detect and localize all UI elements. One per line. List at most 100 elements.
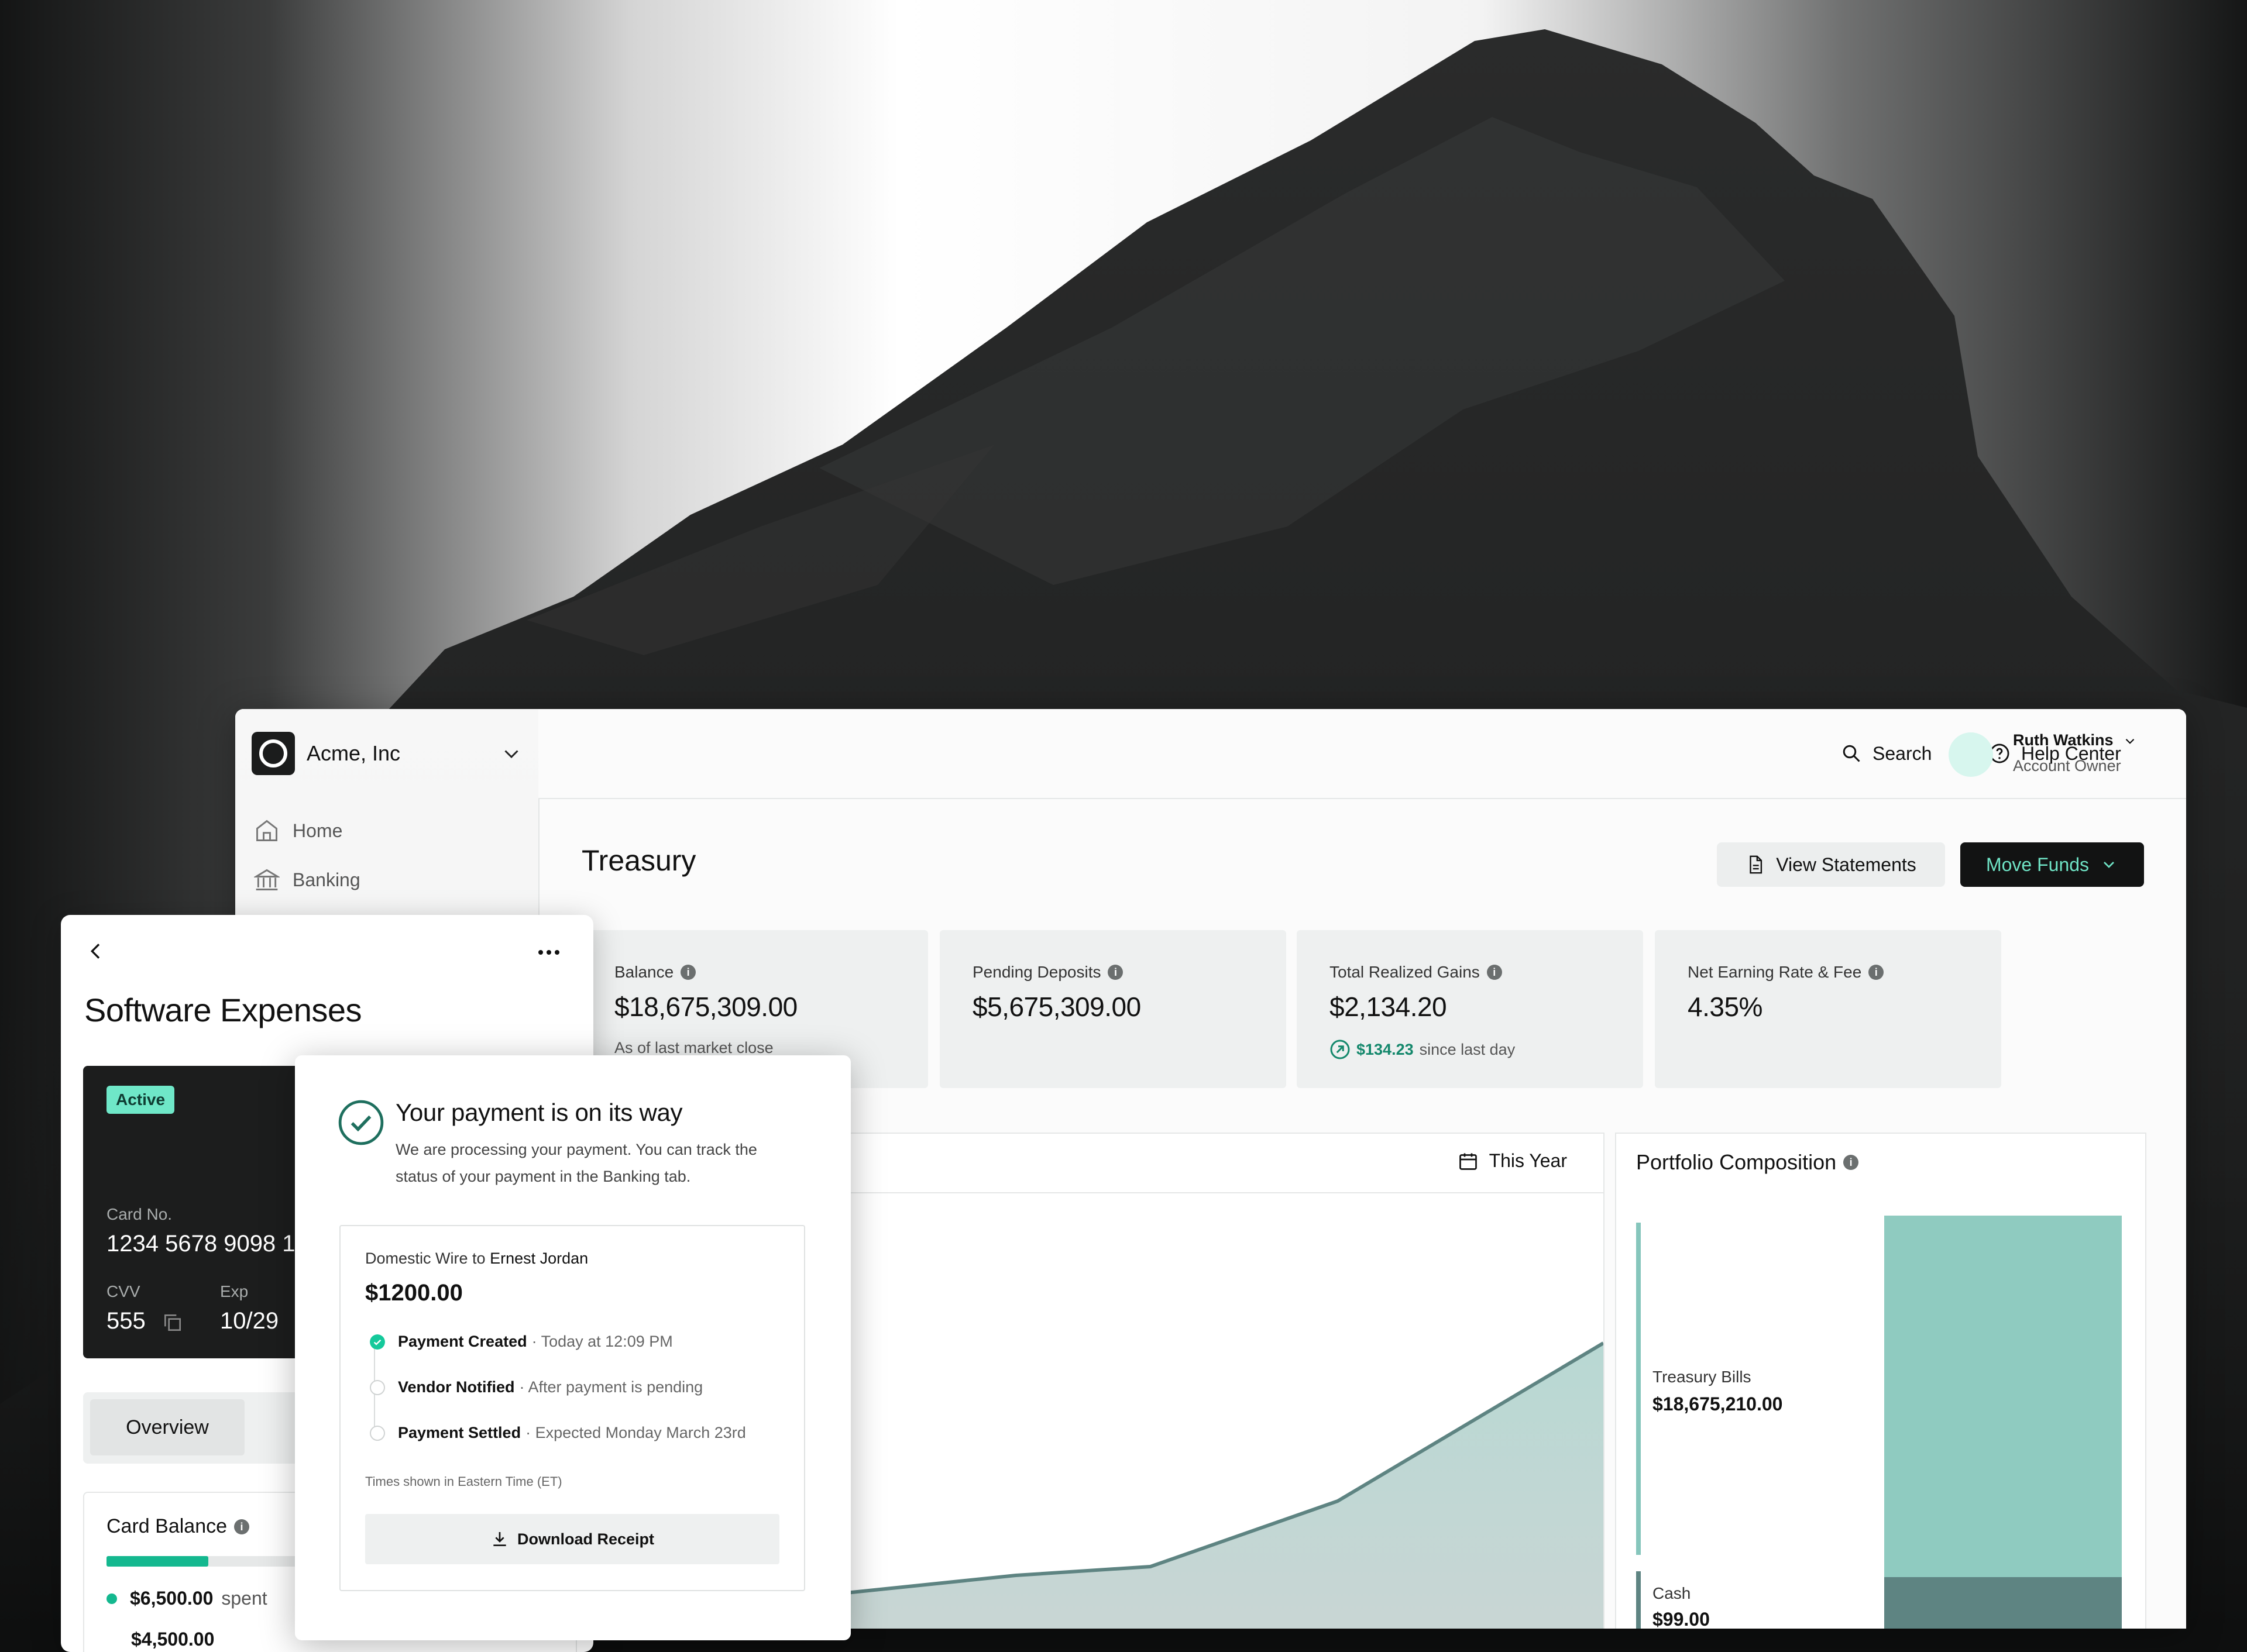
expiry-label: Exp xyxy=(220,1282,249,1300)
portfolio-item-name: Cash xyxy=(1652,1584,1691,1602)
timeline-step: Payment Settled · Expected Monday March … xyxy=(370,1424,746,1442)
search-button[interactable]: Search xyxy=(1841,738,1932,769)
org-switcher[interactable]: Acme, Inc xyxy=(252,731,522,776)
stat-card-net-earning-rate: Net Earning Rate & Fee i 4.35% xyxy=(1655,930,2001,1088)
calendar-icon xyxy=(1459,1153,1477,1170)
stat-subtext: As of last market close xyxy=(614,1039,774,1056)
wire-prefix: Domestic Wire to xyxy=(365,1250,486,1267)
card-number: 1234 5678 9098 1 xyxy=(106,1231,296,1257)
spent-amount: $6,500.00 xyxy=(130,1588,214,1609)
document-icon xyxy=(1750,855,1762,874)
payment-confirmation-modal: Your payment is on its way We are proces… xyxy=(295,1055,851,1640)
timeline-step: Vendor Notified · After payment is pendi… xyxy=(370,1378,703,1396)
search-label: Search xyxy=(1873,742,1932,764)
info-icon[interactable]: i xyxy=(681,965,696,980)
user-role: Account Owner xyxy=(2013,757,2121,775)
card-balance-title: Card Balance xyxy=(106,1515,228,1537)
stat-value: 4.35% xyxy=(1688,992,1762,1022)
sidebar-item-label: Banking xyxy=(293,869,360,890)
info-icon[interactable]: i xyxy=(1843,1155,1859,1170)
portfolio-title: Portfolio Composition xyxy=(1636,1150,1837,1174)
bank-icon xyxy=(254,869,280,890)
legend-bar-cash xyxy=(1636,1571,1641,1629)
back-arrow-icon[interactable] xyxy=(84,939,108,963)
panel-title: Software Expenses xyxy=(84,992,362,1028)
stack-segment-cash xyxy=(1884,1577,2122,1629)
legend-dot xyxy=(106,1593,117,1604)
step-name: Payment Settled xyxy=(398,1424,521,1441)
search-icon xyxy=(1843,745,1860,762)
info-icon[interactable]: i xyxy=(1868,965,1884,980)
stat-value: $5,675,309.00 xyxy=(973,992,1141,1022)
download-receipt-label: Download Receipt xyxy=(517,1530,655,1548)
step-name: Vendor Notified xyxy=(398,1378,515,1396)
portfolio-item-value: $99.00 xyxy=(1652,1609,1710,1629)
gain-delta: $134.23 xyxy=(1356,1040,1414,1058)
date-range-label: This Year xyxy=(1489,1150,1567,1171)
copy-icon[interactable] xyxy=(162,1312,184,1334)
spend-progress-fill xyxy=(106,1556,208,1567)
user-name: Ruth Watkins xyxy=(2013,731,2114,749)
stat-value: $2,134.20 xyxy=(1329,992,1447,1022)
chevron-down-icon xyxy=(2125,738,2135,744)
download-icon xyxy=(493,1532,506,1546)
status-badge: Active xyxy=(106,1086,175,1114)
move-funds-label: Move Funds xyxy=(1985,853,2090,875)
stack-segment-treasury xyxy=(1884,1216,2122,1577)
card-number-label: Card No. xyxy=(106,1205,173,1223)
page-title: Treasury xyxy=(582,844,696,877)
more-options-icon[interactable] xyxy=(535,938,563,966)
remaining-amount: $4,500.00 xyxy=(131,1629,215,1650)
user-menu[interactable]: Ruth Watkins xyxy=(2013,731,2138,749)
cvv-label: CVV xyxy=(106,1282,140,1300)
portfolio-item-name: Treasury Bills xyxy=(1652,1368,1751,1386)
view-statements-button[interactable]: View Statements xyxy=(1717,842,1945,887)
download-receipt-button[interactable]: Download Receipt xyxy=(365,1514,779,1564)
arrow-up-right-icon xyxy=(1330,1040,1350,1059)
sidebar-item-label: Home xyxy=(293,820,343,841)
step-name: Payment Created xyxy=(398,1333,527,1350)
expiry-value: 10/29 xyxy=(220,1308,279,1334)
recipient-name: Ernest Jordan xyxy=(490,1250,589,1267)
chevron-down-icon xyxy=(504,750,518,759)
cvv-value: 555 xyxy=(106,1308,146,1334)
info-icon[interactable]: i xyxy=(1108,965,1124,980)
move-funds-button[interactable]: Move Funds xyxy=(1960,842,2144,887)
modal-title: Your payment is on its way xyxy=(396,1099,683,1126)
view-statements-label: View Statements xyxy=(1776,853,1916,875)
check-filled-icon xyxy=(370,1334,385,1350)
check-circle-icon xyxy=(338,1100,384,1145)
stat-label: Total Realized Gains xyxy=(1329,963,1480,981)
stat-label: Pending Deposits xyxy=(973,963,1101,981)
portfolio-composition-card: Portfolio Composition i Treasury Bills $… xyxy=(1615,1133,2146,1629)
step-detail: · Expected Monday March 23rd xyxy=(525,1424,746,1441)
legend-bar-treasury xyxy=(1636,1223,1641,1555)
avatar[interactable] xyxy=(1949,732,1993,777)
top-bar: Search Help Center Ruth Watkins Account … xyxy=(538,709,2186,799)
modal-description: We are processing your payment. You can … xyxy=(396,1141,757,1185)
spent-label: spent xyxy=(221,1588,267,1609)
gain-delta-text: since last day xyxy=(1419,1040,1516,1058)
payment-amount: $1200.00 xyxy=(365,1280,463,1306)
stat-label: Net Earning Rate & Fee xyxy=(1688,963,1862,981)
tab-overview[interactable]: Overview xyxy=(90,1399,245,1455)
stat-card-realized-gains: Total Realized Gains i $2,134.20 $134.23 … xyxy=(1297,930,1643,1088)
sidebar-item-home[interactable]: Home xyxy=(254,813,342,848)
chevron-down-icon xyxy=(2104,862,2114,868)
sidebar-item-banking[interactable]: Banking xyxy=(254,862,360,897)
stat-value: $18,675,309.00 xyxy=(614,992,798,1022)
step-detail: · Today at 12:09 PM xyxy=(531,1333,673,1350)
timeline-step: Payment Created · Today at 12:09 PM xyxy=(370,1333,673,1351)
pending-dot xyxy=(370,1379,385,1395)
timezone-note: Times shown in Eastern Time (ET) xyxy=(365,1474,562,1489)
payment-details-box: Domestic Wire to Ernest Jordan $1200.00 … xyxy=(339,1225,805,1591)
org-name: Acme, Inc xyxy=(307,741,401,765)
step-detail: · After payment is pending xyxy=(519,1378,703,1396)
org-logo xyxy=(252,732,295,775)
stat-card-pending-deposits: Pending Deposits i $5,675,309.00 xyxy=(940,930,1286,1088)
info-icon[interactable]: i xyxy=(1486,965,1502,980)
date-range-button[interactable]: This Year xyxy=(1458,1150,1567,1172)
info-icon[interactable]: i xyxy=(234,1519,250,1534)
portfolio-item-value: $18,675,210.00 xyxy=(1652,1393,1783,1414)
pending-dot xyxy=(370,1425,385,1441)
